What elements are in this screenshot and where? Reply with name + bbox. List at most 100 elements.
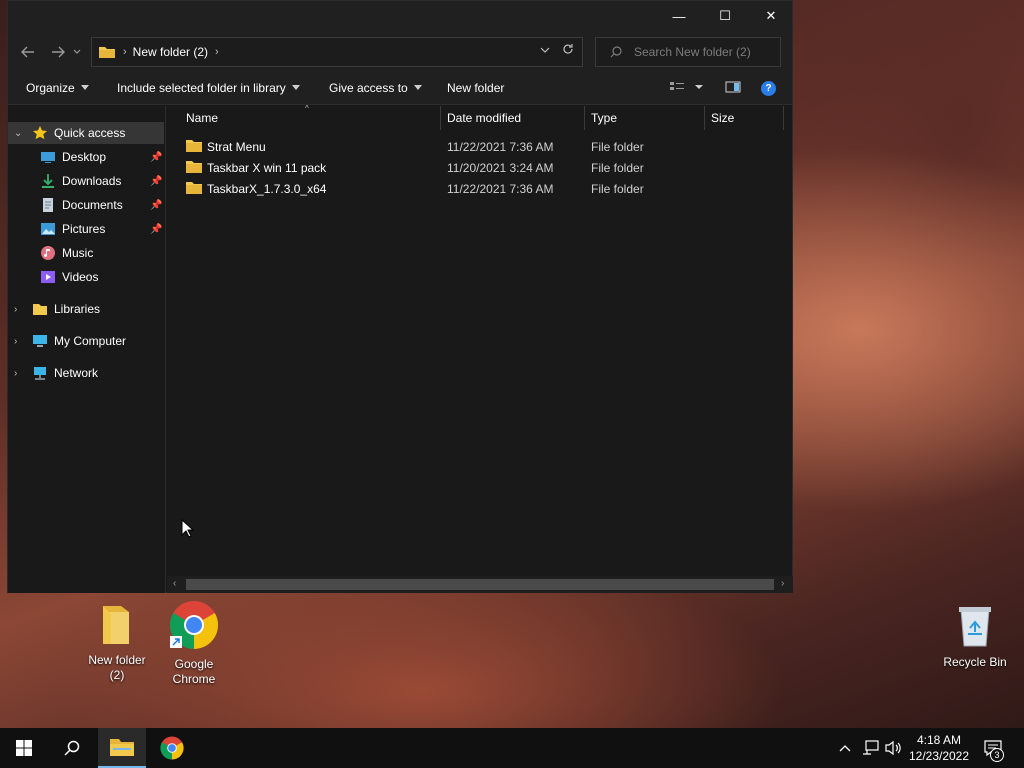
back-button[interactable] <box>17 41 39 63</box>
volume-tray-button[interactable] <box>885 728 903 768</box>
nav-item-music[interactable]: Music <box>8 242 164 264</box>
nav-label: Pictures <box>62 222 106 236</box>
computer-icon <box>33 335 47 347</box>
column-header-type[interactable]: Type <box>591 106 703 130</box>
forward-button[interactable] <box>47 41 69 63</box>
table-row[interactable]: TaskbarX_1.7.3.0_x64 11/22/2021 7:36 AM … <box>167 178 787 199</box>
column-divider[interactable] <box>783 106 784 130</box>
arrow-right-icon <box>52 46 65 58</box>
preview-pane-button[interactable] <box>725 79 741 98</box>
column-header-size[interactable]: Size <box>711 106 781 130</box>
file-name: Strat Menu <box>207 140 266 154</box>
column-label: Date modified <box>447 111 522 125</box>
refresh-button[interactable] <box>562 42 574 58</box>
desktop-icon-label: Google Chrome <box>172 657 216 686</box>
minimize-button[interactable]: — <box>656 1 702 31</box>
taskbar-file-explorer[interactable] <box>98 728 146 768</box>
pin-icon[interactable]: 📌 <box>150 176 162 187</box>
pin-icon[interactable]: 📌 <box>150 152 162 163</box>
clock[interactable]: 4:18 AM 12/23/2022 <box>906 732 972 764</box>
give-access-menu[interactable]: Give access to <box>329 81 422 95</box>
desktop-icon-new-folder[interactable]: New folder (2) <box>80 604 154 683</box>
scrollbar-thumb[interactable] <box>186 579 774 590</box>
nav-item-downloads[interactable]: Downloads 📌 <box>8 170 164 192</box>
close-button[interactable]: ✕ <box>748 1 794 31</box>
search-button[interactable] <box>48 728 96 768</box>
nav-item-network[interactable]: › Network <box>8 362 164 384</box>
file-explorer-icon <box>110 739 134 756</box>
title-bar[interactable]: — ☐ ✕ <box>8 1 792 33</box>
chevron-down-icon <box>291 85 300 90</box>
music-icon <box>41 246 55 260</box>
network-tray-button[interactable] <box>862 728 880 768</box>
breadcrumb-current-folder[interactable]: New folder (2) <box>133 45 208 59</box>
column-divider[interactable] <box>704 106 705 130</box>
network-icon <box>863 740 879 755</box>
nav-item-libraries[interactable]: › Libraries <box>8 298 164 320</box>
address-row: › New folder (2) › Search New folder (2) <box>8 33 792 71</box>
include-label: Include selected folder in library <box>117 81 286 95</box>
search-placeholder: Search New folder (2) <box>634 45 751 59</box>
chevron-right-icon[interactable]: › <box>14 336 17 347</box>
nav-item-desktop[interactable]: Desktop 📌 <box>8 146 164 168</box>
breadcrumb-separator[interactable]: › <box>215 46 219 58</box>
mouse-cursor-icon <box>181 519 195 538</box>
chevron-right-icon[interactable]: › <box>14 368 17 379</box>
file-type: File folder <box>591 140 644 154</box>
nav-label: Documents <box>62 198 123 212</box>
taskbar-google-chrome[interactable] <box>148 728 196 768</box>
star-icon <box>33 126 47 140</box>
chrome-icon <box>160 736 184 760</box>
pin-icon[interactable]: 📌 <box>150 224 162 235</box>
table-row[interactable]: Strat Menu 11/22/2021 7:36 AM File folde… <box>167 136 787 157</box>
recycle-bin-icon <box>959 607 991 647</box>
chevron-right-icon[interactable]: › <box>14 304 17 315</box>
new-folder-button[interactable]: New folder <box>447 81 504 95</box>
libraries-icon <box>33 304 47 315</box>
chevron-down-icon <box>413 85 422 90</box>
start-button[interactable] <box>0 728 48 768</box>
arrow-left-icon <box>21 46 34 58</box>
column-label: Name <box>186 111 219 125</box>
scroll-right-icon[interactable]: › <box>781 578 784 589</box>
change-view-button[interactable] <box>669 79 703 98</box>
table-row[interactable]: Taskbar X win 11 pack 11/20/2021 3:24 AM… <box>167 157 787 178</box>
search-box[interactable]: Search New folder (2) <box>595 37 781 67</box>
address-bar[interactable]: › New folder (2) › <box>91 37 583 67</box>
horizontal-scrollbar[interactable]: ‹ › <box>167 576 793 593</box>
desktop-icon-recycle-bin[interactable]: Recycle Bin <box>938 604 1012 670</box>
folder-icon <box>186 182 202 194</box>
include-in-library-menu[interactable]: Include selected folder in library <box>117 81 300 95</box>
scroll-left-icon[interactable]: ‹ <box>173 578 176 589</box>
file-date: 11/20/2021 3:24 AM <box>447 161 554 175</box>
column-header-date[interactable]: Date modified <box>447 106 585 130</box>
column-divider[interactable] <box>440 106 441 130</box>
pin-icon[interactable]: 📌 <box>150 200 162 211</box>
organize-menu[interactable]: Organize <box>26 81 89 95</box>
clock-time: 4:18 AM <box>916 733 962 747</box>
show-hidden-icons-button[interactable] <box>838 728 852 768</box>
chevron-down-icon[interactable]: ⌄ <box>14 128 22 139</box>
notification-count-badge: 3 <box>990 748 1004 762</box>
videos-icon <box>41 271 55 283</box>
help-button[interactable]: ? <box>761 81 776 96</box>
address-history-dropdown[interactable] <box>540 44 550 56</box>
desktop-icon-label: Recycle Bin <box>943 655 1007 669</box>
nav-item-quick-access[interactable]: ⌄ Quick access <box>8 122 164 144</box>
folder-icon <box>186 161 202 173</box>
column-divider[interactable] <box>584 106 585 130</box>
nav-label: Music <box>62 246 94 260</box>
desktop-icon-google-chrome[interactable]: Google Chrome <box>157 600 231 687</box>
nav-label: Network <box>54 366 99 380</box>
navigation-pane: ⌄ Quick access Desktop 📌 Downloads 📌 Doc… <box>8 106 166 593</box>
recent-locations-button[interactable] <box>70 41 84 63</box>
nav-item-my-computer[interactable]: › My Computer <box>8 330 164 352</box>
preview-pane-icon <box>725 81 741 93</box>
nav-item-pictures[interactable]: Pictures 📌 <box>8 218 164 240</box>
nav-item-videos[interactable]: Videos <box>8 266 164 288</box>
column-header-name[interactable]: Name <box>186 106 440 130</box>
file-name: TaskbarX_1.7.3.0_x64 <box>207 182 327 196</box>
maximize-button[interactable]: ☐ <box>702 1 748 31</box>
nav-item-documents[interactable]: Documents 📌 <box>8 194 164 216</box>
nav-label: Downloads <box>62 174 122 188</box>
